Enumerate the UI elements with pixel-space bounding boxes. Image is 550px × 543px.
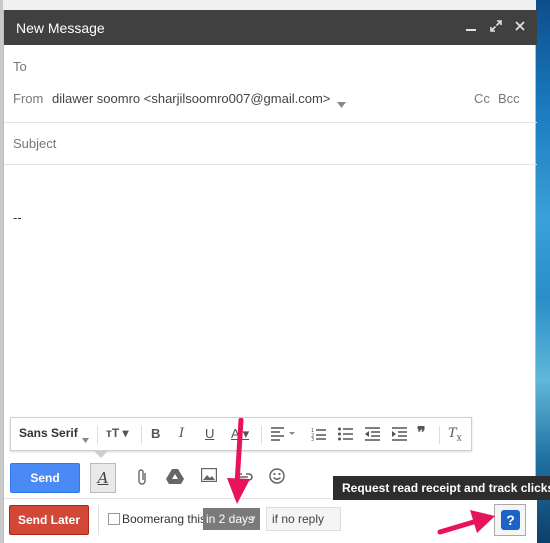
font-dropdown-icon[interactable]: [82, 431, 89, 446]
read-receipt-tooltip: Request read receipt and track clicks: [333, 476, 550, 500]
toolbar-divider: [141, 426, 142, 444]
toolbar-divider: [97, 426, 98, 444]
svg-text:3: 3: [311, 437, 314, 441]
subject-field[interactable]: Subject: [13, 136, 56, 151]
annotation-arrow-receipt: [437, 510, 495, 535]
days-value: in 2 days: [206, 512, 255, 526]
italic-icon[interactable]: I: [179, 426, 184, 441]
boomerang-condition-select[interactable]: if no reply: [266, 507, 341, 531]
to-label[interactable]: To: [13, 59, 27, 74]
attach-icon[interactable]: [131, 468, 153, 488]
minimize-icon[interactable]: [462, 18, 480, 36]
from-address[interactable]: dilawer soomro <sharjilsoomro007@gmail.c…: [52, 91, 330, 106]
font-family-select[interactable]: Sans Serif: [19, 426, 78, 440]
close-icon[interactable]: [511, 18, 529, 36]
numbered-list-icon[interactable]: 123: [311, 427, 326, 444]
annotation-arrow-days: [227, 418, 250, 504]
formatting-options-button[interactable]: A: [90, 463, 116, 493]
from-dropdown-icon[interactable]: [337, 95, 346, 113]
indent-more-icon[interactable]: [392, 427, 407, 444]
photo-icon[interactable]: [198, 467, 220, 488]
compose-titlebar[interactable]: New Message: [4, 10, 537, 45]
boomerang-checkbox[interactable]: [108, 513, 120, 525]
desktop-background: [536, 0, 550, 543]
bar-divider: [98, 505, 99, 535]
message-body[interactable]: --: [4, 165, 537, 415]
underline-icon[interactable]: U: [205, 426, 214, 441]
toolbar-divider: [261, 426, 262, 444]
from-label: From: [13, 91, 44, 106]
toolbar-divider: [439, 426, 440, 444]
bulleted-list-icon[interactable]: [338, 427, 353, 444]
chevron-down-icon: ▼: [249, 514, 257, 523]
toolbar-pointer: [94, 451, 108, 458]
remove-formatting-icon[interactable]: Tx: [448, 426, 462, 444]
bold-icon[interactable]: B: [151, 426, 160, 441]
boomerang-label: Boomerang this: [122, 512, 207, 526]
cc-link[interactable]: Cc: [474, 91, 490, 106]
boomerang-days-select[interactable]: in 2 days ▼: [203, 508, 260, 530]
quote-icon[interactable]: ❞: [417, 423, 426, 443]
question-icon: ?: [501, 510, 520, 530]
indent-less-icon[interactable]: [365, 427, 380, 444]
recipients-section: To From dilawer soomro <sharjilsoomro007…: [4, 45, 537, 123]
align-icon[interactable]: [271, 427, 295, 444]
send-button[interactable]: Send: [10, 463, 80, 493]
bcc-link[interactable]: Bcc: [498, 91, 520, 106]
compose-window: New Message To From dilawer soomro <shar…: [3, 10, 537, 543]
expand-icon[interactable]: [487, 18, 505, 36]
send-later-button[interactable]: Send Later: [9, 505, 89, 535]
text-size-icon[interactable]: тT ▾: [106, 426, 129, 440]
subject-row[interactable]: Subject: [4, 123, 537, 165]
drive-icon[interactable]: [164, 468, 186, 488]
signature-separator: --: [13, 210, 22, 225]
emoji-icon[interactable]: [266, 468, 288, 488]
compose-title: New Message: [16, 20, 105, 36]
read-receipt-button[interactable]: ?: [494, 504, 526, 536]
